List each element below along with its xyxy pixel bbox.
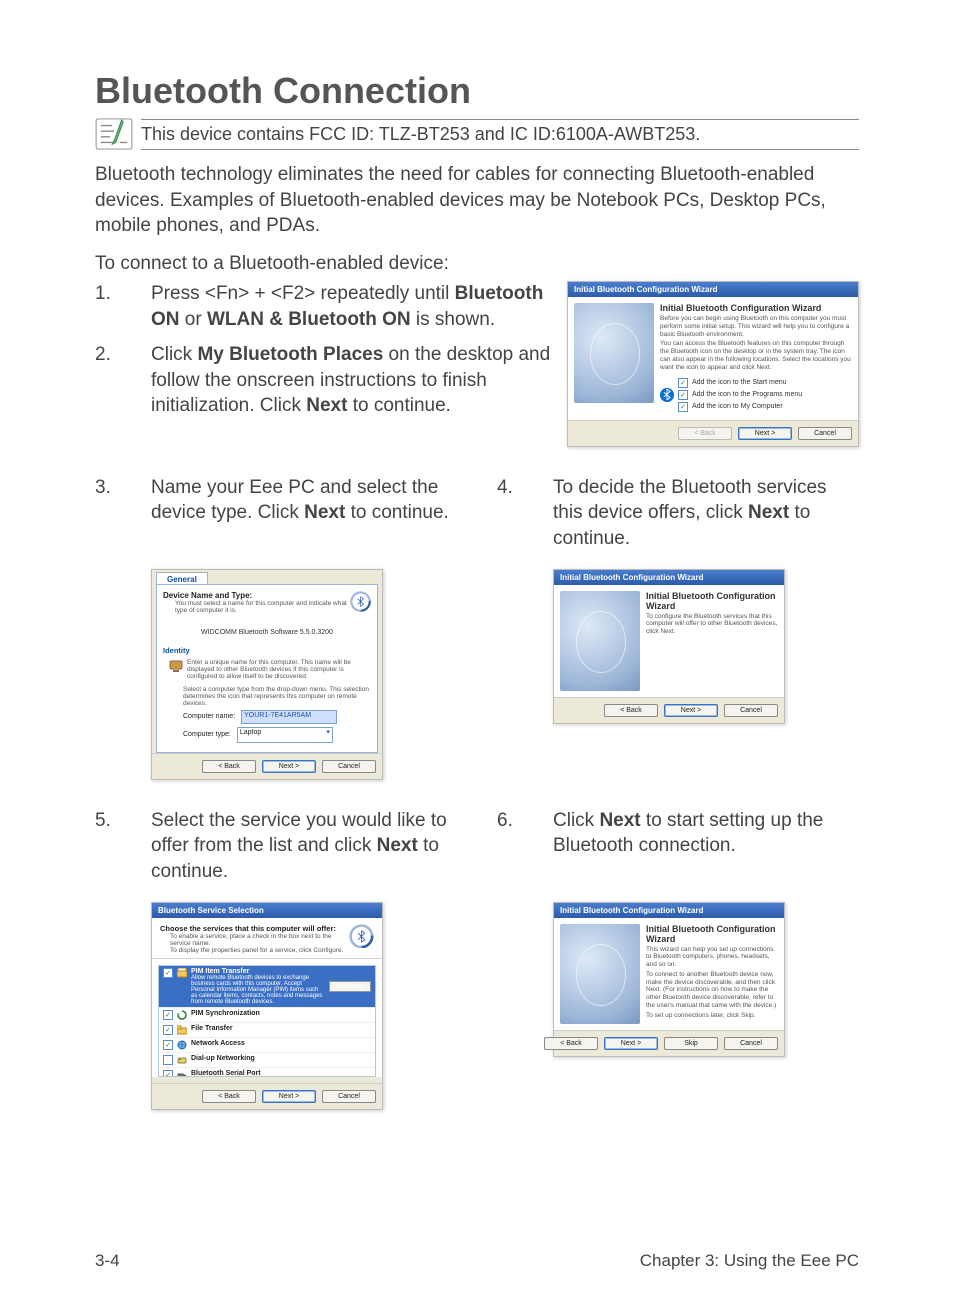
tab-general[interactable]: General (156, 572, 208, 584)
screenshot-service-selection: Bluetooth Service Selection Choose the s… (151, 902, 383, 1110)
screenshot-device-name: General Device Name and Type: You must s… (151, 569, 383, 780)
file-transfer-icon (177, 1025, 187, 1035)
bluetooth-ring-icon (350, 591, 371, 619)
step-number: 4. (497, 475, 553, 557)
page-footer: 3-4 Chapter 3: Using the Eee PC (95, 1251, 859, 1271)
checkbox-label[interactable]: Add the icon to the Start menu (692, 379, 787, 386)
skip-button[interactable]: Skip (664, 1037, 718, 1050)
cancel-button[interactable]: Cancel (798, 427, 852, 440)
next-button[interactable]: Next > (738, 427, 792, 440)
section-sub: You must select a name for this computer… (175, 600, 350, 614)
wizard-heading: Initial Bluetooth Configuration Wizard (646, 924, 778, 944)
page-title: Bluetooth Connection (95, 70, 859, 112)
wizard-heading: Initial Bluetooth Configuration Wizard (660, 303, 852, 313)
service-item[interactable]: Dial-up Networking (159, 1053, 375, 1068)
service-sub: To display the properties panel for a se… (170, 947, 349, 954)
wizard-paragraph: This wizard can help you set up connecti… (646, 946, 778, 969)
next-button[interactable]: Next > (262, 1090, 316, 1103)
screenshot-wizard-final: Initial Bluetooth Configuration Wizard I… (553, 902, 785, 1057)
intro-paragraph: Bluetooth technology eliminates the need… (95, 162, 859, 239)
window-title: Initial Bluetooth Configuration Wizard (568, 282, 858, 297)
next-button[interactable]: Next > (664, 704, 718, 717)
bluetooth-ring-icon (349, 924, 374, 952)
wizard-globe-graphic (574, 303, 654, 403)
service-item[interactable]: ✓ Network Access (159, 1038, 375, 1053)
note-icon (95, 118, 133, 150)
cancel-button[interactable]: Cancel (322, 1090, 376, 1103)
dialup-icon (177, 1055, 187, 1065)
serial-port-icon (177, 1070, 187, 1077)
wizard-globe-graphic (560, 924, 640, 1024)
pim-transfer-icon (177, 968, 187, 978)
software-version: WIDCOMM Bluetooth Software 5.5.0.3200 (163, 629, 371, 636)
step-number: 6. (497, 808, 553, 890)
wizard-paragraph: To set up connections later, click Skip. (646, 1012, 778, 1020)
network-access-icon (177, 1040, 187, 1050)
back-button[interactable]: < Back (202, 760, 256, 773)
wizard-paragraph: You can access the Bluetooth features on… (660, 340, 852, 371)
cancel-button[interactable]: Cancel (322, 760, 376, 773)
configure-button[interactable]: Configure (329, 981, 371, 992)
wizard-heading: Initial Bluetooth Configuration Wizard (646, 591, 778, 611)
window-title: Initial Bluetooth Configuration Wizard (554, 570, 784, 585)
service-item[interactable]: ✓ PIM Synchronization (159, 1008, 375, 1023)
checkbox-label[interactable]: Add the icon to My Computer (692, 403, 783, 410)
step-number: 1. (95, 281, 151, 332)
back-button[interactable]: < Back (544, 1037, 598, 1050)
wizard-paragraph: To connect to another Bluetooth device n… (646, 971, 778, 1010)
chapter-label: Chapter 3: Using the Eee PC (640, 1251, 859, 1271)
page-number: 3-4 (95, 1251, 120, 1271)
wizard-globe-graphic (560, 591, 640, 691)
window-title: Initial Bluetooth Configuration Wizard (554, 903, 784, 918)
step-4-text: To decide the Bluetooth services this de… (553, 475, 859, 557)
step-number: 2. (95, 342, 151, 419)
bluetooth-icon (660, 388, 674, 402)
type-desc: Select a computer type from the drop-dow… (183, 686, 371, 707)
service-head: Choose the services that this computer w… (160, 924, 349, 933)
step-number: 5. (95, 808, 151, 890)
step-number: 3. (95, 475, 151, 557)
step-5-text: Select the service you would like to off… (151, 808, 457, 890)
checkbox-label[interactable]: Add the icon to the Programs menu (692, 391, 802, 398)
computer-icon (169, 659, 183, 673)
pim-sync-icon (177, 1010, 187, 1020)
step-6-text: Click Next to start setting up the Bluet… (553, 808, 859, 890)
service-list[interactable]: ✓ PIM Item Transfer Allow remote Bluetoo… (158, 965, 376, 1077)
next-button[interactable]: Next > (262, 760, 316, 773)
back-button: < Back (678, 427, 732, 440)
back-button[interactable]: < Back (604, 704, 658, 717)
computer-type-select[interactable]: Laptop (237, 727, 333, 743)
computer-name-input[interactable]: YOUR1-7E41AR5AM (241, 710, 337, 724)
wizard-paragraph: To configure the Bluetooth services that… (646, 613, 778, 636)
cancel-button[interactable]: Cancel (724, 704, 778, 717)
back-button[interactable]: < Back (202, 1090, 256, 1103)
identity-label: Identity (163, 646, 371, 655)
screenshot-wizard-intro: Initial Bluetooth Configuration Wizard I… (567, 281, 859, 447)
wizard-paragraph: Before you can begin using Bluetooth on … (660, 315, 852, 338)
computer-type-label: Computer type: (183, 731, 231, 738)
service-item[interactable]: ✓ PIM Item Transfer Allow remote Bluetoo… (159, 966, 375, 1008)
note-callout: This device contains FCC ID: TLZ-BT253 a… (95, 118, 859, 150)
lead-line: To connect to a Bluetooth-enabled device… (95, 253, 859, 275)
cancel-button[interactable]: Cancel (724, 1037, 778, 1050)
identity-desc: Enter a unique name for this computer. T… (187, 659, 371, 680)
window-title: Bluetooth Service Selection (152, 903, 382, 918)
note-text: This device contains FCC ID: TLZ-BT253 a… (141, 119, 859, 150)
section-heading: Device Name and Type: (163, 591, 350, 600)
step-2-text: Click My Bluetooth Places on the desktop… (151, 342, 551, 419)
service-sub: To enable a service, place a check in th… (170, 933, 349, 947)
computer-name-label: Computer name: (183, 713, 235, 720)
service-item[interactable]: ✓ File Transfer (159, 1023, 375, 1038)
next-button[interactable]: Next > (604, 1037, 658, 1050)
step-1-text: Press <Fn> + <F2> repeatedly until Bluet… (151, 281, 551, 332)
service-item[interactable]: ✓ Bluetooth Serial Port (159, 1068, 375, 1077)
step-3-text: Name your Eee PC and select the device t… (151, 475, 457, 557)
screenshot-wizard-services-intro: Initial Bluetooth Configuration Wizard I… (553, 569, 785, 724)
